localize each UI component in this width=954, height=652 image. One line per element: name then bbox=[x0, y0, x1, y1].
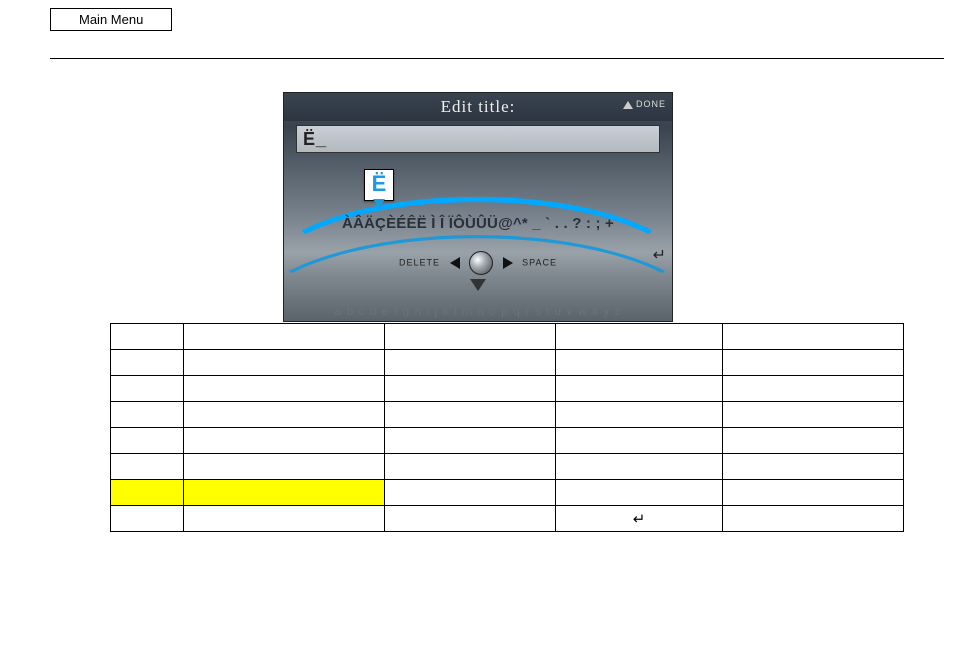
screen-title: Edit title: bbox=[441, 97, 516, 117]
done-label: DONE bbox=[636, 99, 666, 109]
left-arrow-icon[interactable] bbox=[450, 257, 460, 269]
enter-icon[interactable]: ↵ bbox=[653, 245, 666, 265]
table-row bbox=[111, 324, 904, 350]
title-input-display: Ë_ bbox=[296, 125, 660, 153]
bottom-alphabet-row[interactable]: a b c d e f g h i j k l m n o p q r s t … bbox=[284, 304, 672, 318]
delete-label: DELETE bbox=[399, 257, 440, 267]
down-arrow-icon bbox=[470, 279, 486, 291]
right-arrow-icon[interactable] bbox=[503, 257, 513, 269]
table-row: ↵ bbox=[111, 506, 904, 532]
table-row bbox=[111, 350, 904, 376]
selected-char-pointer-icon bbox=[373, 199, 385, 209]
up-arrow-icon bbox=[623, 101, 633, 109]
screen-header: Edit title: DONE bbox=[284, 93, 672, 121]
table-row bbox=[111, 376, 904, 402]
character-table: ↵ bbox=[110, 323, 904, 532]
down-arrow-row[interactable] bbox=[284, 279, 672, 294]
done-button[interactable]: DONE bbox=[623, 99, 666, 109]
table-row bbox=[111, 428, 904, 454]
character-arc-row[interactable]: ÀÂÄÇÈÉÊË Ì Î ÏÔÙÛÜ@^* _ ` . . ? : ; + bbox=[284, 215, 672, 232]
space-label: SPACE bbox=[522, 257, 557, 267]
top-divider bbox=[50, 58, 944, 59]
table-enter-cell: ↵ bbox=[556, 506, 723, 532]
joystick-controls: DELETE SPACE bbox=[284, 251, 672, 275]
table-row-highlighted bbox=[111, 480, 904, 506]
selected-char-bubble: Ë bbox=[364, 169, 394, 201]
table-row bbox=[111, 402, 904, 428]
main-menu-link[interactable]: Main Menu bbox=[50, 8, 172, 31]
joystick-orb-icon[interactable] bbox=[469, 251, 493, 275]
table-row bbox=[111, 454, 904, 480]
edit-title-screen: Edit title: DONE Ë_ Ë ÀÂÄÇÈÉÊË Ì Î ÏÔÙÛÜ… bbox=[283, 92, 673, 322]
